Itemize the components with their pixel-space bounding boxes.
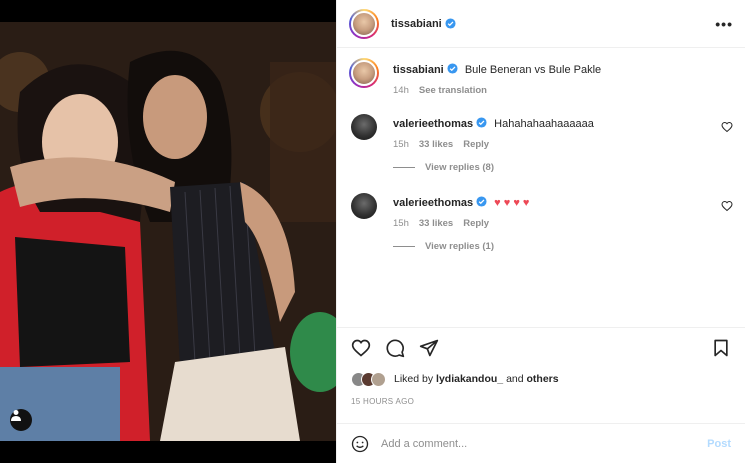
view-replies-label: View replies (1) xyxy=(425,241,494,252)
commenter-username[interactable]: valerieethomas xyxy=(393,118,473,130)
comments-fade-overlay xyxy=(337,267,745,327)
like-comment-heart-icon[interactable] xyxy=(721,200,733,212)
replies-divider-line xyxy=(393,246,415,247)
post-timestamp[interactable]: 15 HOURS AGO xyxy=(337,391,745,413)
caption-time[interactable]: 14h xyxy=(393,85,409,96)
photo-illustration xyxy=(0,22,336,441)
caption-avatar[interactable] xyxy=(349,58,379,88)
view-replies-button[interactable]: View replies (8) xyxy=(393,162,733,173)
commenter-username[interactable]: valerieethomas xyxy=(393,197,473,209)
liked-by-prefix: Liked by xyxy=(394,373,434,385)
person-icon xyxy=(11,410,21,421)
caption-username[interactable]: tissabiani xyxy=(393,64,444,76)
comment-text: Hahahahaahaaaaaa xyxy=(494,118,594,130)
caption-row: tissabiani Bule Beneran vs Bule Pakle 14… xyxy=(349,58,733,96)
replies-divider-line xyxy=(393,167,415,168)
comment-bubble-icon[interactable] xyxy=(385,338,405,358)
caption-text: Bule Beneran vs Bule Pakle xyxy=(464,64,602,76)
bookmark-save-icon[interactable] xyxy=(711,338,731,358)
verified-badge-icon xyxy=(476,196,487,207)
author-avatar[interactable] xyxy=(349,8,379,39)
comment-item: valerieethomas Hahahahaahaaaaaa 15h 33 l… xyxy=(349,114,733,150)
comment-item: valerieethomas ♥ ♥ ♥ ♥ 15h 33 likes Repl… xyxy=(349,193,733,229)
commenter-avatar[interactable] xyxy=(351,193,377,219)
add-comment-input[interactable] xyxy=(381,437,708,450)
comment-likes[interactable]: 33 likes xyxy=(419,218,453,229)
verified-badge-icon xyxy=(447,63,458,74)
user-tag-button[interactable] xyxy=(10,409,32,431)
more-options-button[interactable]: ••• xyxy=(715,16,733,32)
post-sidebar: tissabiani ••• tissabiani Bule Beneran v… xyxy=(336,0,745,463)
liker-username[interactable]: lydiakandou_ xyxy=(436,373,503,385)
liker-avatars[interactable] xyxy=(351,371,386,387)
photo-pane xyxy=(0,0,336,463)
share-paper-plane-icon[interactable] xyxy=(419,338,439,358)
post-comment-button[interactable]: Post xyxy=(707,438,731,450)
verified-badge-icon xyxy=(445,18,456,29)
comment-likes[interactable]: 33 likes xyxy=(419,139,453,150)
comment-text-hearts: ♥ ♥ ♥ ♥ xyxy=(494,197,530,209)
comment-time[interactable]: 15h xyxy=(393,139,409,150)
instagram-post-view: tissabiani ••• tissabiani Bule Beneran v… xyxy=(0,0,745,463)
add-comment-bar: Post xyxy=(337,423,745,463)
reply-button[interactable]: Reply xyxy=(463,218,489,229)
post-header: tissabiani ••• xyxy=(337,0,745,48)
verified-badge-icon xyxy=(476,117,487,128)
like-comment-heart-icon[interactable] xyxy=(721,121,733,133)
comments-section: tissabiani Bule Beneran vs Bule Pakle 14… xyxy=(337,48,745,327)
see-translation-link[interactable]: See translation xyxy=(419,85,487,96)
author-username[interactable]: tissabiani xyxy=(391,18,442,30)
commenter-avatar[interactable] xyxy=(351,114,377,140)
liked-by-row: Liked by lydiakandou_ and others xyxy=(337,367,745,391)
liked-by-and: and xyxy=(506,373,524,385)
like-heart-icon[interactable] xyxy=(351,338,371,358)
comment-time[interactable]: 15h xyxy=(393,218,409,229)
post-photo[interactable] xyxy=(0,22,336,441)
liked-by-others-link[interactable]: others xyxy=(527,373,559,385)
reply-button[interactable]: Reply xyxy=(463,139,489,150)
post-actions-bar xyxy=(337,327,745,367)
view-replies-button[interactable]: View replies (1) xyxy=(393,241,733,252)
emoji-smiley-icon[interactable] xyxy=(351,435,369,453)
view-replies-label: View replies (8) xyxy=(425,162,494,173)
